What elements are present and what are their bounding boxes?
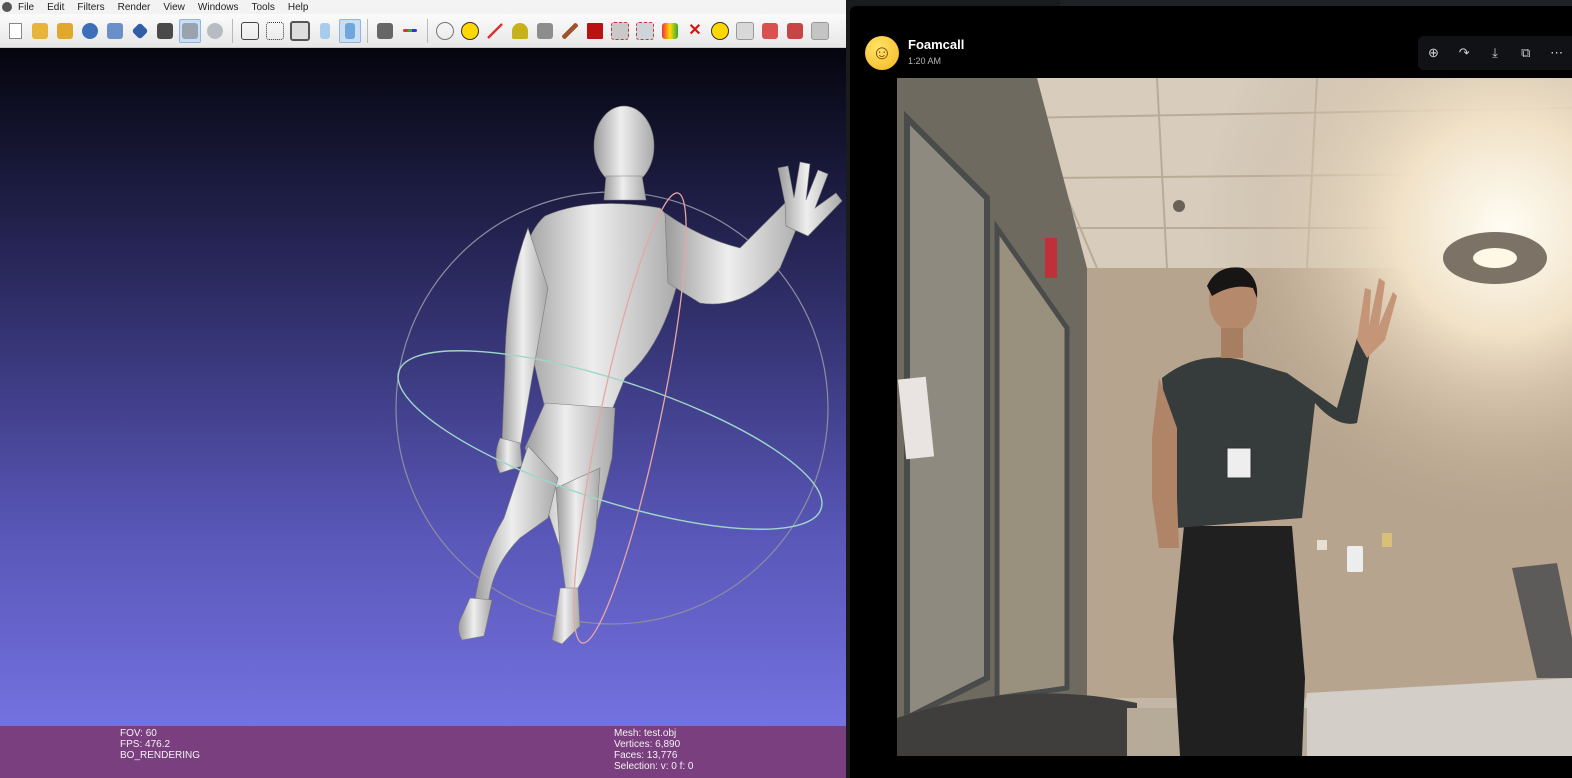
mesh-stats: Mesh: test.obj Vertices: 6,890 Faces: 13…	[614, 728, 694, 772]
photo-attachment[interactable]	[897, 78, 1572, 756]
render-stats: FOV: 60 FPS: 476.2 BO_RENDERING	[120, 728, 200, 761]
menu-view[interactable]: View	[163, 2, 185, 13]
brush-icon[interactable]	[559, 19, 581, 43]
measure-icon[interactable]	[759, 19, 781, 43]
menu-help[interactable]: Help	[288, 2, 309, 13]
menu-file[interactable]: File	[18, 2, 34, 13]
menu-filters[interactable]: Filters	[77, 2, 104, 13]
annotation-icon[interactable]	[459, 19, 481, 43]
select-faces-icon[interactable]	[609, 19, 631, 43]
layer-dialog-icon[interactable]	[179, 18, 201, 43]
human-mesh	[458, 105, 843, 645]
new-project-icon[interactable]	[4, 19, 26, 43]
trackball-icon[interactable]	[434, 19, 456, 43]
forward-icon[interactable]: ↷	[1452, 41, 1476, 65]
flat-icon[interactable]	[314, 19, 336, 43]
import-raster-icon[interactable]	[104, 19, 126, 43]
selection-label: Selection: v: 0 f: 0	[614, 761, 694, 772]
zoom-in-icon[interactable]: ⊕	[1421, 41, 1445, 65]
align-icon[interactable]	[734, 19, 756, 43]
viewer-actions: ⊕ ↷ ⤓ ⧉ ⋯	[1418, 36, 1572, 70]
toolbar-separator	[367, 18, 368, 43]
menu-render[interactable]: Render	[118, 2, 151, 13]
menu-windows[interactable]: Windows	[198, 2, 239, 13]
save-snapshot-icon[interactable]	[129, 19, 151, 43]
message-time: 1:20 AM	[908, 56, 942, 66]
photo-of-person-waving	[897, 78, 1572, 756]
pick-icon[interactable]	[784, 19, 806, 43]
toolbar-separator	[427, 18, 428, 43]
mesh-viewer-app: File Edit Filters Render View Windows To…	[0, 0, 846, 778]
faces-label: Faces: 13,776	[614, 750, 678, 761]
3d-viewport[interactable]	[0, 48, 846, 726]
pdf-icon[interactable]	[584, 19, 606, 43]
sender-name[interactable]: Foamcall	[908, 37, 964, 52]
viewer-header: ☺ Foamcall 1:20 AM ⊕ ↷ ⤓ ⧉ ⋯	[850, 6, 1572, 76]
mesh-name-label: Mesh: test.obj	[614, 728, 677, 739]
menu-bar: File Edit Filters Render View Windows To…	[0, 0, 846, 14]
reload-icon[interactable]	[79, 19, 101, 43]
wireframe-icon[interactable]	[289, 19, 311, 43]
points-icon[interactable]	[264, 19, 286, 43]
transform-icon[interactable]	[399, 19, 421, 43]
app-icon	[2, 2, 12, 12]
smiley-face-icon[interactable]: ☺	[865, 36, 899, 70]
open-external-icon[interactable]: ⧉	[1514, 41, 1538, 65]
open-mesh-icon[interactable]	[29, 19, 51, 43]
paint-icon[interactable]	[509, 19, 531, 43]
image-viewer-overlay: ☺ Foamcall 1:20 AM ⊕ ↷ ⤓ ⧉ ⋯	[850, 6, 1572, 778]
bounding-box-icon[interactable]	[239, 19, 261, 43]
axis-icon[interactable]	[484, 19, 506, 43]
smooth-icon[interactable]	[339, 18, 361, 43]
status-bar: FOV: 60 FPS: 476.2 BO_RENDERING Mesh: te…	[0, 726, 846, 778]
menu-tools[interactable]: Tools	[251, 2, 274, 13]
menu-edit[interactable]: Edit	[47, 2, 64, 13]
fps-label: FPS: 476.2	[120, 739, 171, 750]
fov-label: FOV: 60	[120, 728, 157, 739]
more-options-icon[interactable]: ⋯	[1545, 41, 1569, 65]
mesh-render	[395, 105, 843, 645]
download-icon[interactable]: ⤓	[1483, 41, 1507, 65]
color-icon[interactable]	[659, 19, 681, 43]
info-icon[interactable]	[709, 19, 731, 43]
toolbar-separator	[232, 18, 233, 43]
layers-icon[interactable]	[374, 19, 396, 43]
select-vertices-icon[interactable]	[634, 19, 656, 43]
camera-icon[interactable]	[534, 19, 556, 43]
delete-icon[interactable]: ✕	[684, 19, 706, 43]
vertices-label: Vertices: 6,890	[614, 739, 681, 750]
manipulator-icon[interactable]	[809, 19, 831, 43]
rendering-mode-label: BO_RENDERING	[120, 750, 201, 761]
open-project-icon[interactable]	[54, 19, 76, 43]
toolbar: ✕	[0, 14, 846, 48]
render-mode-icon[interactable]	[204, 19, 226, 43]
screenshot-icon[interactable]	[154, 19, 176, 43]
